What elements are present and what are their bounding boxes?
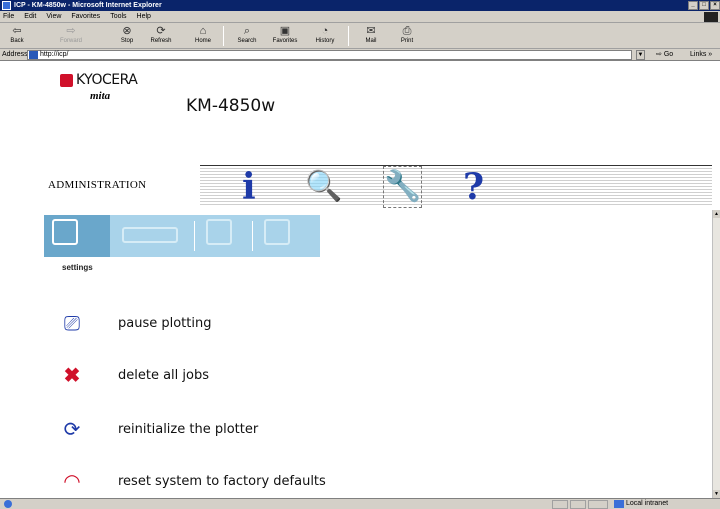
help-icon[interactable]: ? (463, 167, 484, 207)
close-button[interactable]: × (710, 1, 720, 10)
mail-button[interactable]: ✉ Mail (356, 25, 386, 47)
browser-toolbar: ⇦ Back ⇨ Forward ⊗ Stop ⟳ Refresh ⌂ Home ⌕ Sea… (0, 23, 720, 49)
address-bar: Address http://icp/ ▼ ⇨ Go Links » (0, 49, 720, 61)
wrench-icon[interactable]: 🔧 (382, 166, 423, 208)
home-button[interactable]: ⌂ Home (188, 25, 218, 47)
tab-jobs[interactable] (114, 215, 190, 257)
menu-tools[interactable]: Tools (110, 11, 126, 22)
reinitialize-plotter-action[interactable]: ⟳ reinitialize the plotter (52, 416, 472, 444)
search-icon: ⌕ (243, 25, 251, 37)
page-icon (29, 51, 38, 59)
back-button[interactable]: ⇦ Back (2, 25, 32, 47)
menu-edit[interactable]: Edit (24, 11, 36, 22)
admin-subnav (44, 215, 320, 257)
address-url: http://icp/ (40, 51, 69, 58)
display-tab-icon (264, 219, 290, 245)
search-button[interactable]: ⌕ Search (232, 25, 262, 47)
delete-all-jobs-action[interactable]: ✖ delete all jobs (52, 362, 472, 390)
mail-icon: ✉ (366, 25, 376, 37)
vertical-scrollbar[interactable]: ▲ ▼ (712, 210, 720, 498)
settings-tab-icon (52, 219, 78, 245)
page-content: KYOCERA mita KM-4850w ADMINISTRATION i 🔍… (0, 62, 712, 498)
links-button[interactable]: Links » (690, 49, 712, 61)
section-title: ADMINISTRATION (48, 179, 147, 191)
tab-tools[interactable] (198, 215, 248, 257)
menu-favorites[interactable]: Favorites (71, 11, 100, 22)
stop-icon: ⊗ (122, 25, 132, 37)
brand-name: KYOCERA (76, 72, 138, 88)
address-dropdown-button[interactable]: ▼ (636, 50, 645, 60)
reinitialize-icon: ⟳ (63, 419, 81, 441)
scroll-up-arrow-icon[interactable]: ▲ (713, 210, 720, 218)
reset-icon: ◠ (63, 471, 81, 493)
brand-sub: mita (90, 90, 111, 102)
menu-file[interactable]: File (3, 11, 14, 22)
search-tool-icon[interactable]: 🔍 (305, 167, 342, 207)
delete-jobs-icon: ✖ (63, 365, 81, 387)
history-button[interactable]: ◔ History (310, 25, 340, 47)
history-icon: ◔ (321, 25, 329, 37)
tools-tab-icon (206, 219, 232, 245)
model-title: KM-4850w (186, 96, 276, 116)
ie-app-icon (2, 1, 11, 10)
pause-plot-icon: ⎚ (64, 313, 80, 335)
info-icon[interactable]: i (242, 167, 256, 207)
pause-plotting-action[interactable]: ⎚ pause plotting (52, 310, 472, 338)
back-arrow-icon: ⇦ (12, 25, 22, 37)
nav-stripe-bar (200, 165, 712, 207)
forward-button[interactable]: ⇨ Forward (56, 25, 86, 47)
refresh-icon: ⟳ (156, 25, 166, 37)
favorites-icon: ▣ (279, 25, 291, 37)
address-label: Address (2, 51, 28, 58)
window-controls: _ □ × (688, 1, 720, 10)
status-bar: Local intranet (0, 498, 720, 509)
menu-bar: File Edit View Favorites Tools Help (0, 11, 720, 23)
home-icon: ⌂ (199, 25, 207, 37)
favorites-button[interactable]: ▣ Favorites (270, 25, 300, 47)
maximize-button[interactable]: □ (699, 1, 709, 10)
settings-label: settings (62, 263, 93, 272)
tab-display[interactable] (256, 215, 312, 257)
minimize-button[interactable]: _ (688, 1, 698, 10)
security-zone: Local intranet (612, 499, 668, 509)
page-status-icon (4, 500, 12, 508)
intranet-zone-icon (614, 500, 624, 508)
menu-help[interactable]: Help (137, 11, 151, 22)
print-button[interactable]: ⎙ Print (392, 25, 422, 47)
factory-reset-action[interactable]: ◠ reset system to factory defaults (52, 468, 472, 496)
window-titlebar: ICP - KM-4850w - Microsoft Internet Expl… (0, 0, 720, 11)
print-icon: ⎙ (402, 25, 412, 37)
address-input[interactable]: http://icp/ (27, 50, 632, 60)
tab-settings[interactable] (44, 215, 110, 257)
go-button[interactable]: ⇨ Go (656, 49, 673, 61)
window-title: ICP - KM-4850w - Microsoft Internet Expl… (14, 2, 162, 9)
toolbar-separator (348, 26, 349, 46)
kyocera-mark-icon (60, 74, 73, 87)
refresh-button[interactable]: ⟳ Refresh (146, 25, 176, 47)
toolbar-separator (223, 26, 224, 46)
stop-button[interactable]: ⊗ Stop (112, 25, 142, 47)
ie-logo-icon (704, 12, 718, 22)
forward-arrow-icon: ⇨ (66, 25, 76, 37)
menu-view[interactable]: View (46, 11, 61, 22)
jobs-tab-icon (122, 227, 178, 243)
scroll-down-arrow-icon[interactable]: ▼ (713, 490, 720, 498)
